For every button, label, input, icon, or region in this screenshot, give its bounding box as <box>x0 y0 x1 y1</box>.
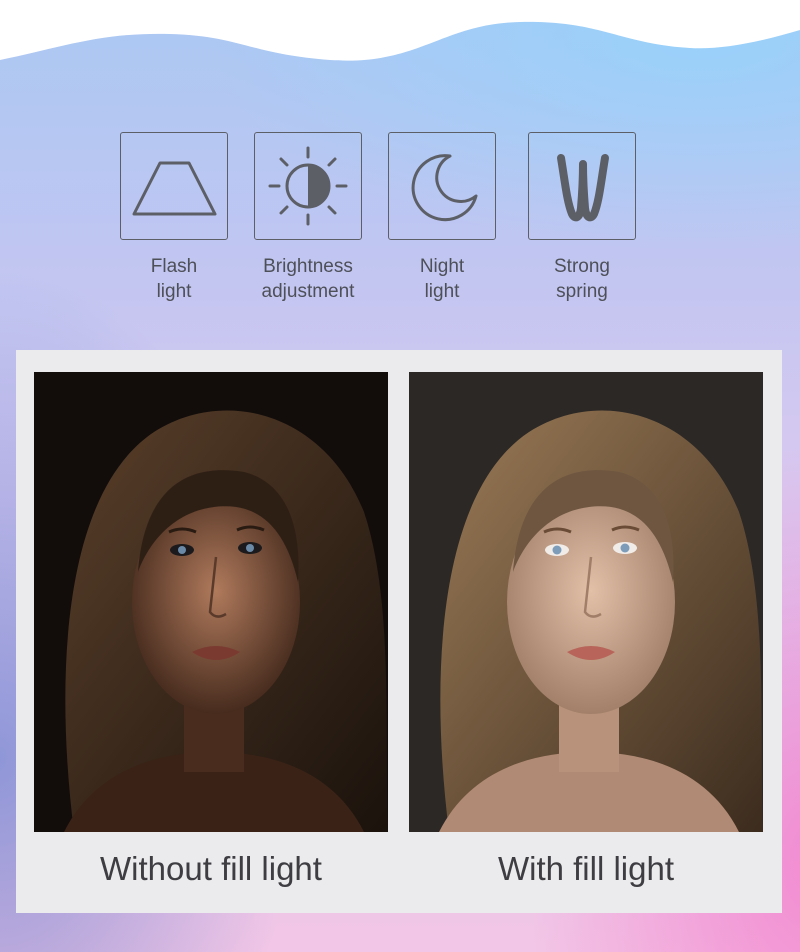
top-wave-decoration <box>0 0 800 61</box>
feature-label: Flash light <box>150 256 198 302</box>
feature-brightness-adjustment: Brightness adjustment <box>238 132 378 304</box>
feature-label: Brightness adjustment <box>261 256 355 302</box>
caption-with-fill-light: With fill light <box>497 850 675 887</box>
flash-light-icon <box>120 132 228 240</box>
feature-night-light: Night light <box>372 132 512 304</box>
spring-icon <box>528 132 636 240</box>
feature-label: Strong spring <box>554 256 610 302</box>
feature-strong-spring: Strong spring <box>512 132 652 304</box>
caption-without-fill-light: Without fill light <box>100 850 322 887</box>
photo-without-fill-light <box>34 372 388 832</box>
feature-icons-row: Flash light Brightness adjustment Night … <box>0 132 800 312</box>
feature-flash-light: Flash light <box>104 132 244 304</box>
comparison-panel: Without fill light With fill light <box>16 350 782 913</box>
brightness-icon <box>254 132 362 240</box>
moon-icon <box>388 132 496 240</box>
feature-label: Night light <box>419 256 465 302</box>
photo-with-fill-light <box>409 372 763 832</box>
